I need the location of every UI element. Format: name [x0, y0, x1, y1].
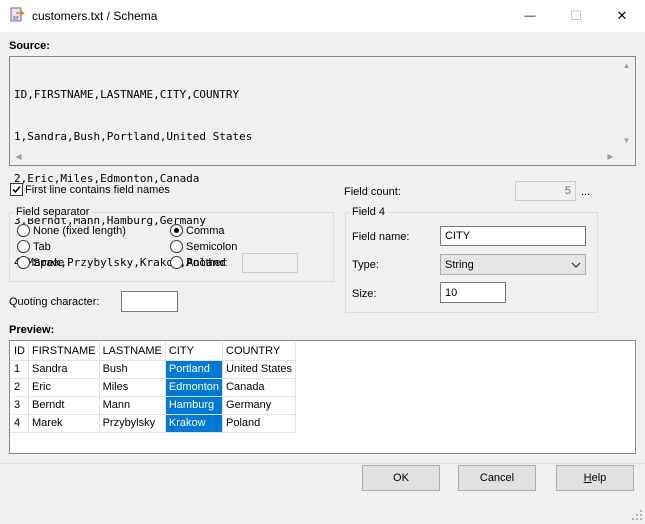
table-cell[interactable]: Bush	[99, 360, 166, 379]
preview-header-row: ID FIRSTNAME LASTNAME CITY COUNTRY	[11, 342, 297, 361]
window-title: customers.txt / Schema	[32, 9, 158, 23]
first-line-label[interactable]: First line contains field names	[25, 184, 170, 196]
table-cell[interactable]: 1	[11, 360, 29, 379]
source-line: 1,Sandra,Bush,Portland,United States	[14, 130, 253, 143]
table-cell[interactable]: Mann	[99, 396, 166, 415]
table-cell[interactable]: Miles	[99, 378, 166, 397]
help-label-rest: elp	[591, 472, 607, 484]
table-cell[interactable]: 3	[11, 396, 29, 415]
resize-grip-icon[interactable]	[631, 509, 643, 521]
title-bar: customers.txt / Schema — ☐ ✕	[0, 0, 645, 32]
table-cell-selected[interactable]: Hamburg	[165, 396, 224, 415]
table-row: 2 Eric Miles Edmonton Canada	[11, 378, 297, 397]
table-cell[interactable]: Marek	[28, 414, 100, 433]
minimize-button[interactable]: —	[507, 0, 553, 31]
close-icon: ✕	[616, 7, 628, 23]
table-row: 3 Berndt Mann Hamburg Germany	[11, 396, 297, 415]
scroll-left-icon[interactable]: ◀	[10, 148, 27, 165]
app-icon	[9, 7, 25, 23]
horizontal-scrollbar[interactable]: ◀ ▶	[10, 148, 619, 165]
field-count-label: Field count:	[344, 186, 401, 198]
preview-table: ID FIRSTNAME LASTNAME CITY COUNTRY 1 San…	[11, 342, 297, 433]
checkmark-icon	[12, 186, 21, 194]
type-select[interactable]: String	[440, 254, 586, 275]
dialog-footer	[0, 463, 645, 523]
table-cell[interactable]: United States	[222, 360, 297, 379]
close-button[interactable]: ✕	[599, 0, 645, 31]
table-cell[interactable]: Berndt	[28, 396, 100, 415]
table-cell[interactable]: Sandra	[28, 360, 100, 379]
chevron-down-icon	[571, 262, 581, 268]
table-cell[interactable]: Canada	[222, 378, 297, 397]
radio-space-label[interactable]: Space	[33, 257, 64, 269]
table-row: 1 Sandra Bush Portland United States	[11, 360, 297, 379]
source-label: Source:	[9, 40, 50, 52]
radio-another[interactable]	[170, 256, 183, 269]
radio-none[interactable]	[17, 224, 30, 237]
preview-grid[interactable]: ID FIRSTNAME LASTNAME CITY COUNTRY 1 San…	[9, 340, 636, 454]
radio-space[interactable]	[17, 256, 30, 269]
first-line-checkbox[interactable]	[10, 183, 23, 196]
table-cell[interactable]: 4	[11, 414, 29, 433]
radio-another-label[interactable]: Another:	[186, 257, 228, 269]
column-header-country[interactable]: COUNTRY	[222, 342, 297, 361]
maximize-icon: ☐	[570, 7, 582, 23]
radio-comma[interactable]	[170, 224, 183, 237]
field-name-input[interactable]: CITY	[440, 226, 586, 246]
field-name-label: Field name:	[352, 231, 410, 243]
maximize-button: ☐	[553, 0, 599, 31]
scrollbar-corner	[618, 148, 635, 165]
table-cell[interactable]: Germany	[222, 396, 297, 415]
cancel-button[interactable]: Cancel	[458, 465, 536, 491]
table-cell-selected[interactable]: Edmonton	[165, 378, 224, 397]
another-separator-input	[242, 253, 298, 273]
source-textbox[interactable]: ID,FIRSTNAME,LASTNAME,CITY,COUNTRY 1,San…	[9, 56, 636, 269]
size-input[interactable]: 10	[440, 282, 506, 303]
radio-comma-label[interactable]: Comma	[186, 225, 225, 237]
table-cell-selected[interactable]: Krakow	[165, 414, 224, 433]
scroll-right-icon[interactable]: ▶	[602, 148, 619, 165]
table-cell[interactable]: Poland	[222, 414, 297, 433]
ok-button[interactable]: OK	[362, 465, 440, 491]
radio-none-label[interactable]: None (fixed length)	[33, 225, 126, 237]
field-count-input: 5	[515, 181, 576, 201]
table-row: 4 Marek Przybylsky Krakow Poland	[11, 414, 297, 433]
radio-semicolon-label[interactable]: Semicolon	[186, 241, 237, 253]
scroll-up-icon[interactable]: ▲	[618, 57, 635, 74]
scroll-down-icon[interactable]: ▼	[618, 132, 635, 149]
type-label: Type:	[352, 259, 379, 271]
help-button[interactable]: Help	[556, 465, 634, 491]
quoting-input[interactable]	[121, 291, 178, 312]
column-header-firstname[interactable]: FIRSTNAME	[28, 342, 100, 361]
preview-label: Preview:	[9, 324, 55, 336]
source-line: ID,FIRSTNAME,LASTNAME,CITY,COUNTRY	[14, 88, 240, 101]
field-count-more-button[interactable]: ...	[581, 186, 590, 198]
field-separator-title: Field separator	[13, 206, 93, 218]
radio-semicolon[interactable]	[170, 240, 183, 253]
size-label: Size:	[352, 288, 377, 300]
help-accelerator: H	[583, 472, 592, 484]
vertical-scrollbar[interactable]: ▲ ▼	[618, 57, 635, 149]
field-group-title: Field 4	[349, 206, 389, 218]
column-header-lastname[interactable]: LASTNAME	[99, 342, 166, 361]
quoting-label: Quoting character:	[9, 296, 100, 308]
table-cell[interactable]: 2	[11, 378, 29, 397]
column-header-id[interactable]: ID	[11, 342, 29, 361]
radio-tab-label[interactable]: Tab	[33, 241, 51, 253]
column-header-city[interactable]: CITY	[165, 342, 224, 361]
type-select-value: String	[445, 258, 474, 271]
table-cell[interactable]: Przybylsky	[99, 414, 166, 433]
minimize-icon: —	[524, 9, 536, 22]
table-cell-selected[interactable]: Portland	[165, 360, 224, 379]
radio-tab[interactable]	[17, 240, 30, 253]
table-cell[interactable]: Eric	[28, 378, 100, 397]
